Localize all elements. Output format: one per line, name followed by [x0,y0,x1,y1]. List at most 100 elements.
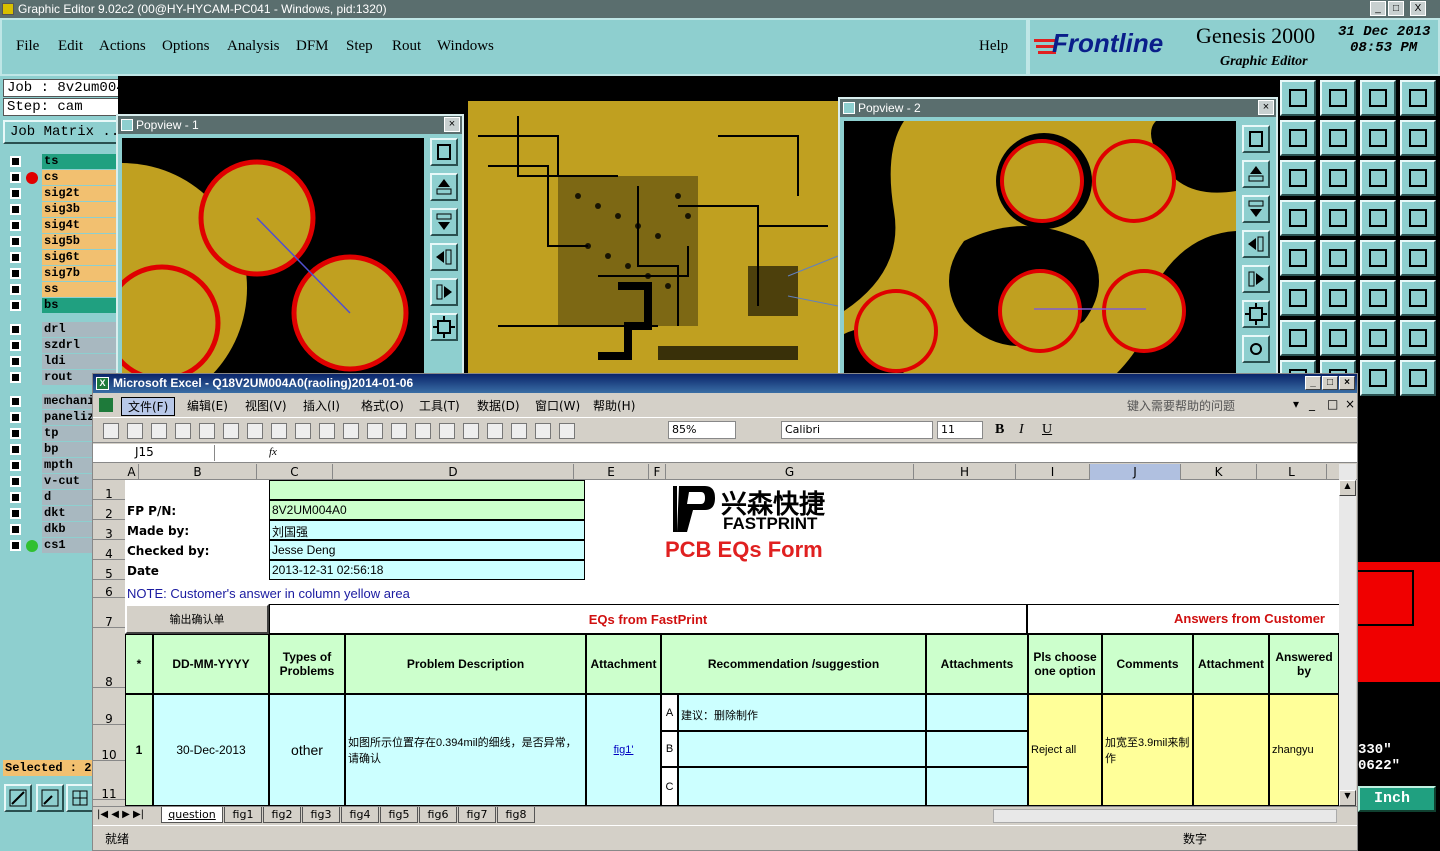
layer-checkbox[interactable] [10,460,21,471]
popview-2-window[interactable]: Popview - 2 × [838,97,1278,376]
column-header[interactable]: A [125,464,139,480]
layer-checkbox[interactable] [10,204,21,215]
spell-icon[interactable] [247,423,263,439]
redo-icon[interactable] [415,423,431,439]
zoom-fit-button[interactable] [4,784,32,812]
row-header[interactable]: 6 [93,580,125,599]
cut-icon[interactable] [295,423,311,439]
popview-1-tool-5[interactable] [430,278,458,306]
layer-row[interactable]: sig2t [6,186,122,201]
hyperlink-icon[interactable] [439,423,455,439]
popview-1-tool-3[interactable] [430,208,458,236]
layer-checkbox[interactable] [10,412,21,423]
new-icon[interactable] [103,423,119,439]
pan-left-button[interactable] [1280,120,1316,156]
slash-button[interactable] [1320,320,1356,356]
minimize-button[interactable]: _ [1370,1,1386,16]
menu-analysis[interactable]: Analysis [227,38,280,55]
layer-checkbox[interactable] [10,284,21,295]
layer-checkbox[interactable] [10,444,21,455]
row-header[interactable]: 10 [93,725,125,762]
row-header[interactable]: 4 [93,540,125,561]
cell-empty[interactable] [125,480,269,499]
help-dropdown-icon[interactable]: ▾ [1293,397,1299,411]
grid-button[interactable] [1320,200,1356,236]
zoom-fit-button[interactable] [1280,160,1316,196]
close-button[interactable]: X [1410,1,1426,16]
layer-checkbox[interactable] [10,340,21,351]
autosum-icon[interactable] [463,423,479,439]
layer-checkbox[interactable] [10,300,21,311]
layer-checkbox[interactable] [10,172,21,183]
sheet-tab[interactable]: fig7 [458,807,496,823]
layer-row[interactable]: szdrl [6,338,122,353]
ratio-button[interactable] [1360,160,1396,196]
popview-1-canvas[interactable] [122,138,424,374]
popview-2-close-button[interactable]: × [1258,100,1274,115]
menu-options[interactable]: Options [162,38,210,55]
layer-checkbox[interactable] [10,356,21,367]
zoom-center-button[interactable] [1320,160,1356,196]
popview-2-tool-2[interactable] [1242,160,1270,188]
horizontal-scrollbar[interactable] [993,809,1337,823]
zoom-select[interactable]: 85% [668,421,736,439]
excel-menu-insert[interactable]: 插入(I) [303,397,340,414]
underline-button[interactable]: U [1042,422,1052,438]
date-value[interactable]: 2013-12-31 02:56:18 [269,560,585,580]
excel-menu-view[interactable]: 视图(V) [245,397,287,414]
format-painter-icon[interactable] [367,423,383,439]
fp-value[interactable]: 8V2UM004A0 [269,500,585,520]
popview-2-tool-6[interactable] [1242,300,1270,328]
attachments-c[interactable] [926,767,1028,806]
sheet-tab[interactable]: fig8 [497,807,535,823]
popview-2-tool-7[interactable] [1242,335,1270,363]
sort-desc-icon[interactable] [511,423,527,439]
layer-checkbox[interactable] [10,220,21,231]
column-header[interactable]: D [333,464,574,480]
layer-checkbox[interactable] [10,188,21,199]
column-header[interactable]: L [1257,464,1327,480]
workbook-close-button[interactable]: × [1345,397,1355,411]
grid-button[interactable] [66,784,94,812]
excel-menu-edit[interactable]: 编辑(E) [187,397,228,414]
recommendation-c[interactable] [678,767,926,806]
menu-actions[interactable]: Actions [99,38,146,55]
row-header[interactable]: 5 [93,560,125,581]
help-search-box[interactable]: 键入需要帮助的问题 [1127,397,1235,414]
sheet-tab[interactable]: fig1 [224,807,262,823]
italic-button[interactable]: I [1019,422,1024,438]
layer-row[interactable]: ldi [6,354,122,369]
popview-1-tool-1[interactable] [430,138,458,166]
split-button[interactable] [1400,320,1436,356]
menu-rout[interactable]: Rout [392,38,421,55]
row-type[interactable]: other [269,694,345,806]
layer-checkbox[interactable] [10,428,21,439]
menu-step[interactable]: Step [346,38,373,55]
layer-checkbox[interactable] [10,252,21,263]
print-icon[interactable] [199,423,215,439]
column-header[interactable]: G [666,464,914,480]
attachments-a[interactable] [926,694,1028,731]
line-add-button[interactable] [1360,280,1396,316]
customer-choice[interactable]: Reject all [1028,694,1102,806]
layer-row[interactable]: sig3b [6,202,122,217]
layer-checkbox[interactable] [10,396,21,407]
layer-row[interactable]: sig5b [6,234,122,249]
help-button[interactable] [1400,160,1436,196]
sheet-tab[interactable]: fig6 [419,807,457,823]
excel-menu-data[interactable]: 数据(D) [477,397,520,414]
layer-row[interactable]: ts [6,154,122,169]
layers-select-button[interactable] [1360,200,1396,236]
popview-1-tool-4[interactable] [430,243,458,271]
excel-minimize-button[interactable]: _ [1305,376,1321,390]
fx-icon[interactable]: fx [269,446,277,458]
popview-2-tool-3[interactable] [1242,195,1270,223]
column-header[interactable]: K [1181,464,1257,480]
layer-checkbox[interactable] [10,156,21,167]
home-down-button[interactable] [1320,80,1356,116]
answered-by[interactable]: zhangyu [1269,694,1339,806]
layer-checkbox[interactable] [10,324,21,335]
popview-1-titlebar[interactable]: Popview - 1 × [118,116,462,134]
row-header[interactable]: 7 [93,598,125,629]
excel-menu-window[interactable]: 窗口(W) [535,397,580,414]
